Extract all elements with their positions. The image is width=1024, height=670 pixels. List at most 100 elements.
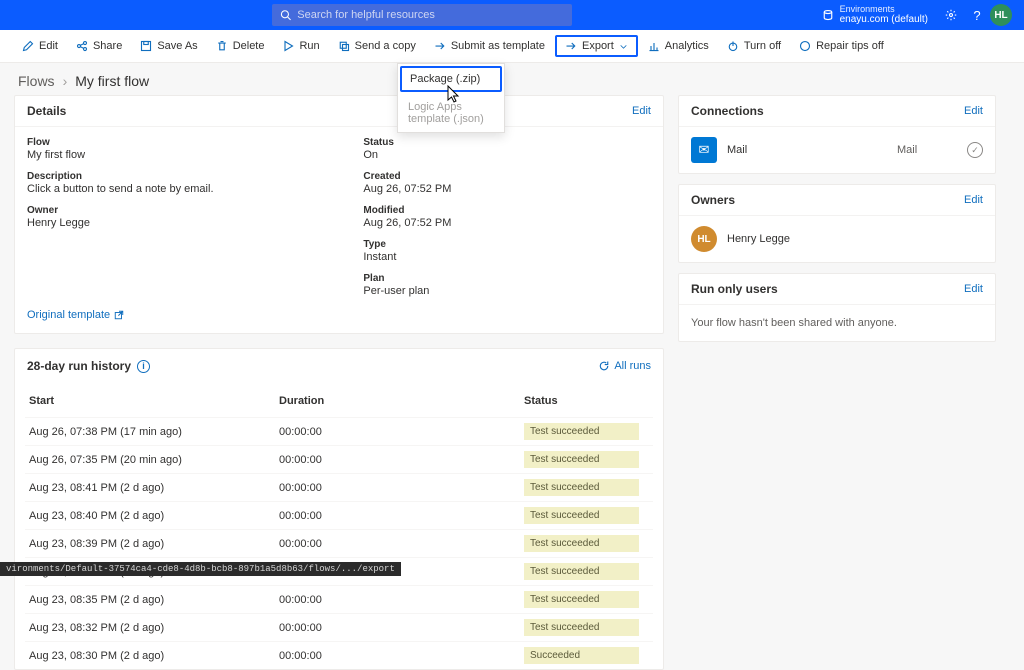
owner-value: Henry Legge — [27, 217, 343, 229]
status-badge: Test succeeded — [524, 423, 639, 440]
cell-duration: 00:00:00 — [279, 594, 524, 606]
table-row[interactable]: Aug 23, 08:41 PM (2 d ago)00:00:00Test s… — [25, 473, 653, 501]
cell-start: Aug 23, 08:41 PM (2 d ago) — [29, 482, 279, 494]
connections-title: Connections — [691, 104, 764, 118]
help-button[interactable]: ? — [964, 2, 990, 28]
export-icon — [565, 40, 577, 52]
run-history-card: 28-day run historyi All runs Start Durat… — [14, 348, 664, 670]
play-icon — [282, 40, 294, 52]
cell-duration: 00:00:00 — [279, 482, 524, 494]
environment-picker[interactable]: Environments enayu.com (default) — [822, 5, 928, 26]
table-row[interactable]: Aug 23, 08:40 PM (2 d ago)00:00:00Test s… — [25, 501, 653, 529]
table-row[interactable]: Aug 23, 08:32 PM (2 d ago)00:00:00Test s… — [25, 613, 653, 641]
owners-card: Owners Edit HL Henry Legge — [678, 184, 996, 263]
modified-label: Modified — [363, 205, 651, 216]
cell-start: Aug 26, 07:35 PM (20 min ago) — [29, 454, 279, 466]
top-header: Environments enayu.com (default) ? HL — [0, 0, 1024, 30]
export-json-item: Logic Apps template (.json) — [398, 94, 504, 132]
type-label: Type — [363, 239, 651, 250]
arrow-right-icon — [434, 40, 446, 52]
status-badge: Test succeeded — [524, 507, 639, 524]
check-icon: ✓ — [967, 142, 983, 158]
run-only-edit[interactable]: Edit — [964, 283, 983, 295]
desc-label: Description — [27, 171, 343, 182]
connection-row[interactable]: ✉ Mail Mail ✓ — [679, 127, 995, 173]
export-dropdown: Package (.zip) Logic Apps template (.jso… — [397, 63, 505, 133]
gear-icon — [945, 9, 957, 21]
connections-edit[interactable]: Edit — [964, 105, 983, 117]
pencil-icon — [22, 40, 34, 52]
run-history-table: Start Duration Status Aug 26, 07:38 PM (… — [15, 383, 663, 669]
desc-value: Click a button to send a note by email. — [27, 183, 343, 195]
database-icon — [822, 9, 834, 21]
cell-duration: 00:00:00 — [279, 510, 524, 522]
search-input[interactable] — [297, 9, 564, 21]
send-copy-button[interactable]: Send a copy — [330, 36, 424, 56]
plan-value: Per-user plan — [363, 285, 651, 297]
flow-value: My first flow — [27, 149, 343, 161]
status-label: Status — [363, 137, 651, 148]
share-icon — [76, 40, 88, 52]
col-duration: Duration — [279, 395, 524, 407]
run-only-message: Your flow hasn't been shared with anyone… — [679, 305, 995, 341]
run-only-title: Run only users — [691, 282, 778, 296]
table-row[interactable]: Aug 26, 07:35 PM (20 min ago)00:00:00Tes… — [25, 445, 653, 473]
plan-label: Plan — [363, 273, 651, 284]
share-button[interactable]: Share — [68, 36, 130, 56]
analytics-button[interactable]: Analytics — [640, 36, 717, 56]
owner-avatar: HL — [691, 226, 717, 252]
status-badge: Test succeeded — [524, 591, 639, 608]
connections-card: Connections Edit ✉ Mail Mail ✓ — [678, 95, 996, 174]
search-icon — [280, 9, 291, 21]
details-edit[interactable]: Edit — [632, 105, 651, 117]
status-bar: vironments/Default-37574ca4-cde8-4d8b-bc… — [0, 562, 401, 576]
user-avatar[interactable]: HL — [990, 4, 1012, 26]
trash-icon — [216, 40, 228, 52]
env-label: Environments — [840, 5, 928, 15]
cell-duration: 00:00:00 — [279, 538, 524, 550]
save-icon — [140, 40, 152, 52]
owner-row[interactable]: HL Henry Legge — [679, 216, 995, 262]
table-row[interactable]: Aug 23, 08:39 PM (2 d ago)00:00:00Test s… — [25, 529, 653, 557]
edit-button[interactable]: Edit — [14, 36, 66, 56]
breadcrumb-parent[interactable]: Flows — [18, 73, 55, 89]
mail-icon: ✉ — [691, 137, 717, 163]
table-header-row: Start Duration Status — [25, 387, 653, 417]
table-row[interactable]: Aug 26, 07:38 PM (17 min ago)00:00:00Tes… — [25, 417, 653, 445]
repair-tips-button[interactable]: Repair tips off — [791, 36, 892, 56]
run-button[interactable]: Run — [274, 36, 327, 56]
all-runs-link[interactable]: All runs — [598, 360, 651, 372]
created-label: Created — [363, 171, 651, 182]
status-badge: Test succeeded — [524, 619, 639, 636]
export-button[interactable]: Export — [555, 35, 638, 57]
question-icon: ? — [973, 8, 980, 23]
table-row[interactable]: Aug 23, 08:35 PM (2 d ago)00:00:00Test s… — [25, 585, 653, 613]
info-icon[interactable]: i — [137, 360, 150, 373]
owners-edit[interactable]: Edit — [964, 194, 983, 206]
connection-role: Mail — [897, 144, 957, 156]
breadcrumb-current: My first flow — [75, 73, 149, 89]
refresh-icon — [598, 360, 610, 372]
delete-button[interactable]: Delete — [208, 36, 273, 56]
cell-start: Aug 23, 08:40 PM (2 d ago) — [29, 510, 279, 522]
status-badge: Test succeeded — [524, 451, 639, 468]
owner-label: Owner — [27, 205, 343, 216]
submit-template-button[interactable]: Submit as template — [426, 36, 553, 56]
search-box[interactable] — [272, 4, 572, 26]
status-badge: Test succeeded — [524, 479, 639, 496]
flow-label: Flow — [27, 137, 343, 148]
original-template-link[interactable]: Original template — [27, 309, 124, 321]
table-row[interactable]: Aug 23, 08:30 PM (2 d ago)00:00:00Succee… — [25, 641, 653, 669]
wrench-icon — [799, 40, 811, 52]
export-zip-item[interactable]: Package (.zip) — [400, 66, 502, 92]
created-value: Aug 26, 07:52 PM — [363, 183, 651, 195]
settings-button[interactable] — [938, 2, 964, 28]
save-as-button[interactable]: Save As — [132, 36, 205, 56]
col-start: Start — [29, 395, 279, 407]
cell-start: Aug 23, 08:39 PM (2 d ago) — [29, 538, 279, 550]
power-icon — [727, 40, 739, 52]
details-card: Details Edit FlowMy first flow Descripti… — [14, 95, 664, 334]
turn-off-button[interactable]: Turn off — [719, 36, 789, 56]
cell-start: Aug 23, 08:35 PM (2 d ago) — [29, 594, 279, 606]
owners-title: Owners — [691, 193, 735, 207]
